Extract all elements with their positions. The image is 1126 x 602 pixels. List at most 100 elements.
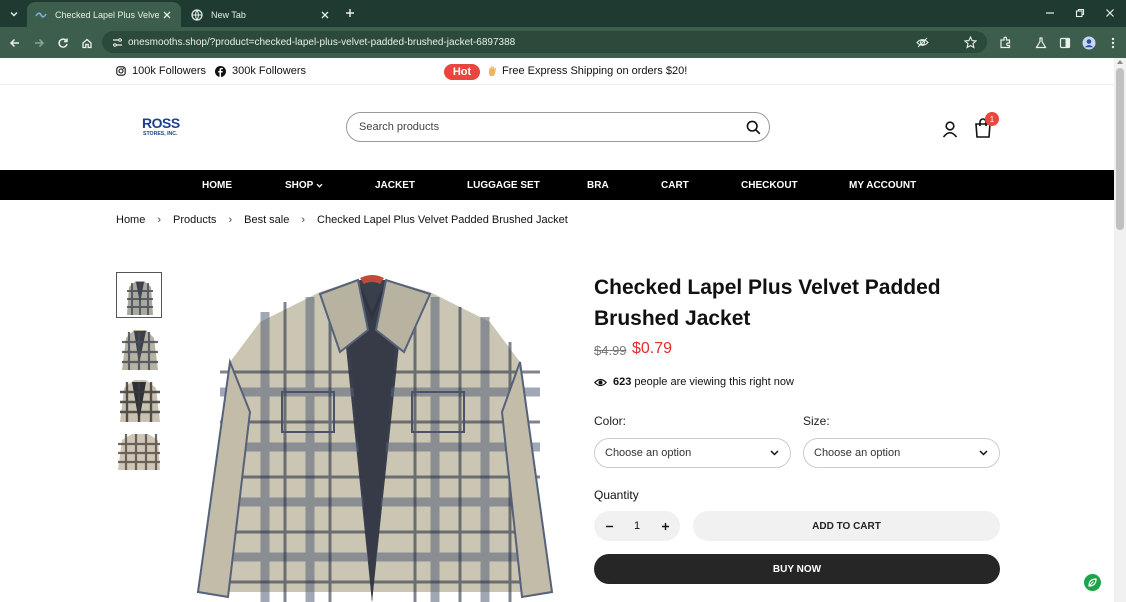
reload-icon xyxy=(57,37,68,48)
page-scrollbar[interactable] xyxy=(1114,58,1126,602)
nav-shop[interactable]: SHOP xyxy=(285,170,323,200)
extensions-button[interactable] xyxy=(996,33,1015,52)
viewers-notice: 623 people are viewing this right now xyxy=(594,376,794,388)
breadcrumb: Home › Products › Best sale › Checked La… xyxy=(116,213,568,227)
waving-hand-icon xyxy=(488,66,496,76)
flask-icon xyxy=(1034,36,1047,48)
minus-icon xyxy=(605,525,613,527)
account-icon[interactable] xyxy=(940,119,960,139)
facebook-icon xyxy=(215,65,226,77)
sale-price: $0.79 xyxy=(632,340,673,357)
scrollbar-thumb[interactable] xyxy=(1116,68,1124,230)
facebook-link[interactable]: 300k Followers xyxy=(215,65,306,77)
instagram-icon xyxy=(116,66,126,76)
instagram-link[interactable]: 100k Followers xyxy=(116,65,206,77)
breadcrumb-chevron-icon: › xyxy=(301,214,306,226)
size-select[interactable]: Choose an option xyxy=(803,438,1000,468)
buy-now-button[interactable]: BUY NOW xyxy=(594,554,1000,584)
color-select-value: Choose an option xyxy=(605,447,692,459)
promo-text: Free Express Shipping on orders $20! xyxy=(502,65,688,77)
site-favicon-icon xyxy=(35,11,47,18)
product-thumbnail[interactable] xyxy=(116,326,162,372)
arrow-right-icon xyxy=(34,38,44,47)
eye-icon xyxy=(594,378,607,386)
web-page: 100k Followers 300k Followers Hot Free E… xyxy=(0,58,1114,602)
product-thumbnail[interactable] xyxy=(116,430,162,476)
tab-product[interactable]: Checked Lapel Plus Velvet Padd xyxy=(27,2,181,27)
side-panel-button[interactable] xyxy=(1055,33,1074,52)
close-window-button[interactable] xyxy=(1101,4,1119,22)
search-icon[interactable] xyxy=(743,117,763,137)
product-main-image[interactable] xyxy=(190,272,560,602)
new-tab-button[interactable] xyxy=(342,5,358,21)
product-thumbnail[interactable] xyxy=(116,272,162,318)
cart-count-badge: 1 xyxy=(985,112,999,126)
quantity-label: Quantity xyxy=(594,488,639,502)
chevron-down-icon xyxy=(10,11,18,16)
facebook-followers: 300k Followers xyxy=(232,65,306,77)
breadcrumb-best-sale[interactable]: Best sale xyxy=(244,214,289,226)
add-to-cart-button[interactable]: ADD TO CART xyxy=(693,511,1000,541)
quantity-value[interactable]: 1 xyxy=(634,520,640,532)
nav-bra[interactable]: BRA xyxy=(587,170,609,200)
browser-menu-button[interactable] xyxy=(1103,33,1122,52)
bookmark-star-icon[interactable] xyxy=(962,34,978,50)
forward-button[interactable] xyxy=(29,33,48,52)
back-button[interactable] xyxy=(5,33,24,52)
home-icon xyxy=(81,38,92,48)
nav-my-account[interactable]: MY ACCOUNT xyxy=(849,170,916,200)
ross-logo[interactable]: ROSS STORES, INC. xyxy=(141,114,189,138)
quantity-stepper: 1 xyxy=(594,511,680,541)
decrease-quantity-button[interactable] xyxy=(602,519,616,533)
floating-chat-widget[interactable] xyxy=(1084,574,1101,591)
search-input[interactable] xyxy=(359,121,743,133)
nav-luggage-set[interactable]: LUGGAGE SET xyxy=(467,170,540,200)
site-info-icon[interactable] xyxy=(108,33,126,51)
profile-button[interactable] xyxy=(1079,33,1098,52)
url-text: onesmooths.shop/?product=checked-lapel-p… xyxy=(128,36,516,48)
lab-flask-button[interactable] xyxy=(1031,33,1050,52)
size-label: Size: xyxy=(803,414,830,428)
restore-button[interactable] xyxy=(1071,4,1089,22)
tab-title: Checked Lapel Plus Velvet Padd xyxy=(55,9,159,20)
color-select[interactable]: Choose an option xyxy=(594,438,791,468)
more-vertical-icon xyxy=(1111,37,1114,48)
shipping-promo: Free Express Shipping on orders $20! xyxy=(488,65,687,77)
home-button[interactable] xyxy=(77,33,96,52)
scroll-up-arrow-icon[interactable] xyxy=(1117,60,1123,64)
tracking-protection-icon[interactable] xyxy=(914,34,930,50)
color-label: Color: xyxy=(594,414,627,428)
plus-icon xyxy=(346,9,354,17)
breadcrumb-home[interactable]: Home xyxy=(116,214,145,226)
restore-icon xyxy=(1075,8,1085,18)
breadcrumb-chevron-icon: › xyxy=(157,214,162,226)
product-title: Checked Lapel Plus Velvet Padded Brushed… xyxy=(594,276,941,330)
close-tab-icon[interactable] xyxy=(317,7,333,23)
product-thumbnail[interactable] xyxy=(116,378,162,424)
chevron-down-icon xyxy=(316,183,323,188)
close-tab-icon[interactable] xyxy=(159,7,175,23)
search-bar xyxy=(346,112,770,142)
viewers-count: 623 xyxy=(613,376,632,388)
tab-new-tab[interactable]: New Tab xyxy=(183,2,339,27)
instagram-followers: 100k Followers xyxy=(132,65,206,77)
breadcrumb-products[interactable]: Products xyxy=(173,214,216,226)
increase-quantity-button[interactable] xyxy=(658,519,672,533)
breadcrumb-current: Checked Lapel Plus Velvet Padded Brushed… xyxy=(317,214,568,226)
address-bar[interactable]: onesmooths.shop/?product=checked-lapel-p… xyxy=(102,31,987,53)
close-icon xyxy=(1106,9,1114,17)
side-panel-icon xyxy=(1059,37,1070,48)
minimize-button[interactable] xyxy=(1041,4,1059,22)
main-nav: HOME SHOP JACKET LUGGAGE SET BRA CART CH… xyxy=(0,170,1114,200)
reload-button[interactable] xyxy=(53,33,72,52)
puzzle-icon xyxy=(1000,36,1011,49)
nav-checkout[interactable]: CHECKOUT xyxy=(741,170,798,200)
nav-home[interactable]: HOME xyxy=(202,170,232,200)
nav-cart[interactable]: CART xyxy=(661,170,689,200)
profile-avatar-icon xyxy=(1082,36,1095,49)
nav-jacket[interactable]: JACKET xyxy=(375,170,415,200)
tab-title: New Tab xyxy=(211,9,246,20)
svg-text:ROSS: ROSS xyxy=(142,115,180,131)
arrow-left-icon xyxy=(9,38,19,47)
tab-search-button[interactable] xyxy=(5,5,23,22)
